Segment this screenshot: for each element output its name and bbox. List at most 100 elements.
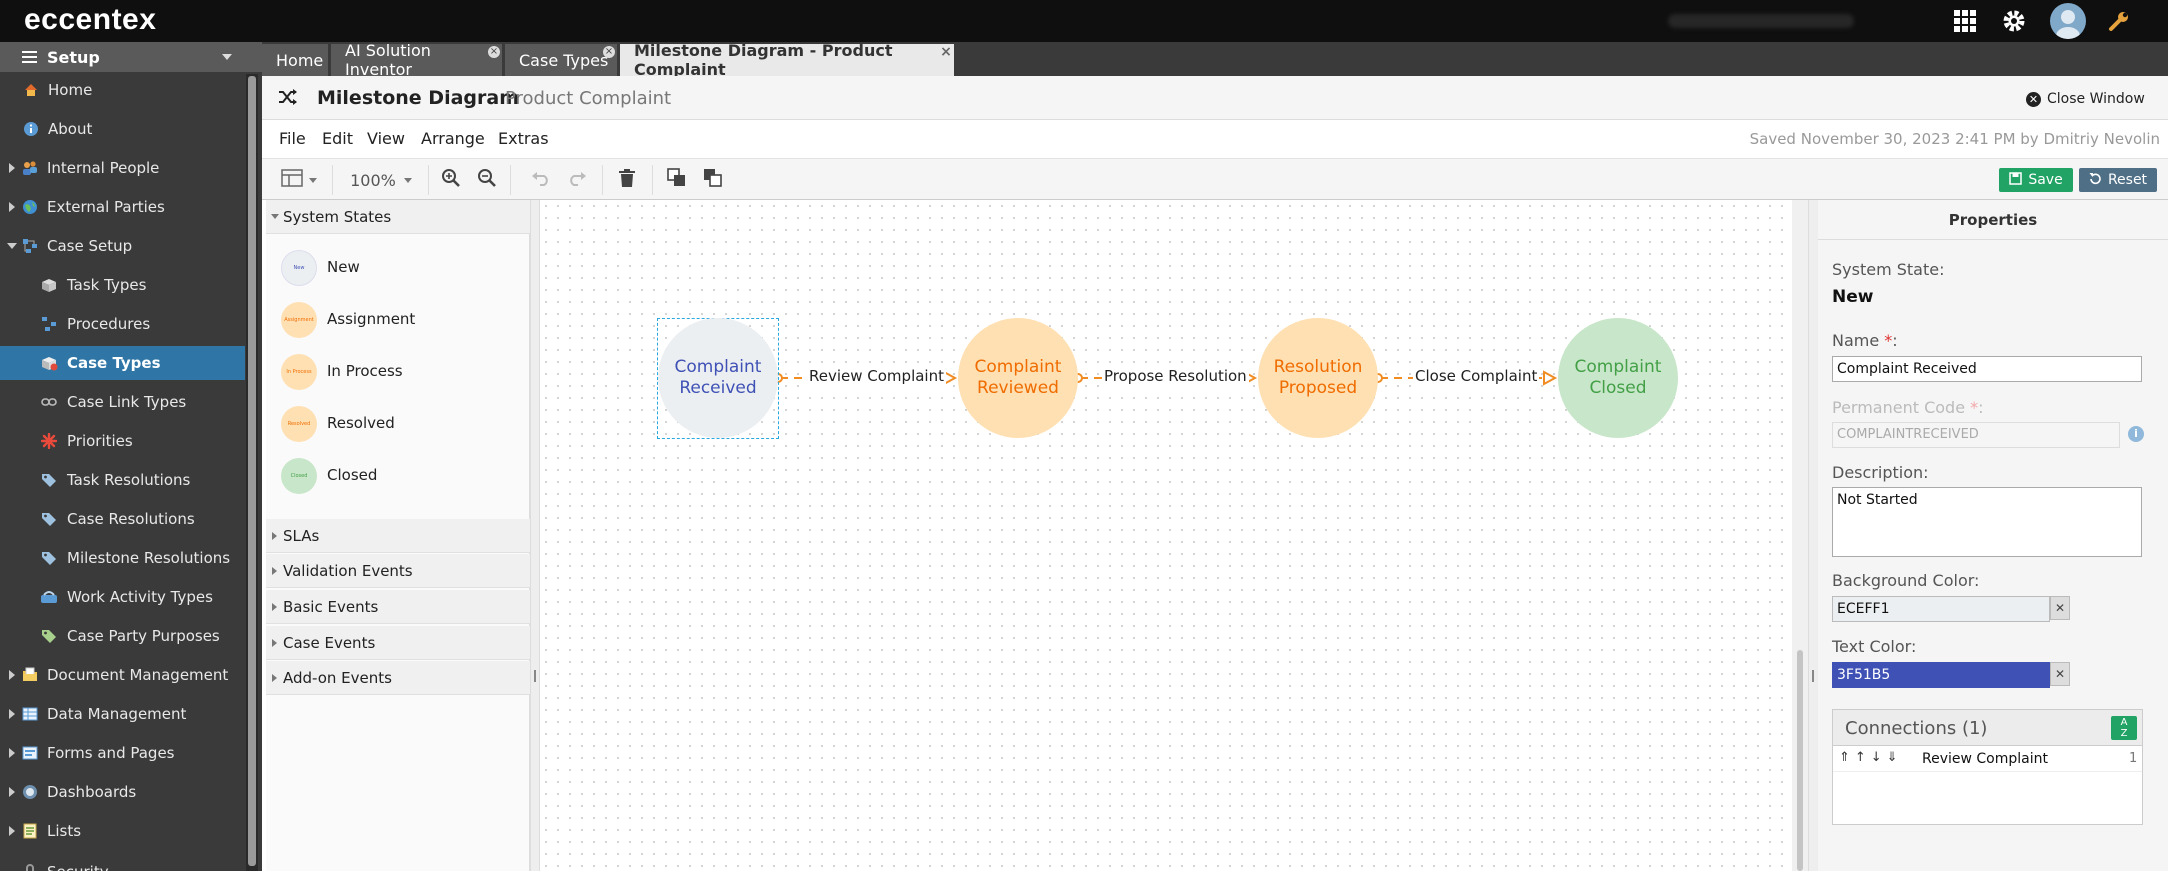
to-back-button[interactable] <box>702 168 724 192</box>
palette-state-closed[interactable]: Closed Closed <box>266 450 530 502</box>
palette-state-assignment[interactable]: Assignment Assignment <box>266 294 530 346</box>
case-events-section-header[interactable]: Case Events <box>266 626 530 660</box>
reset-button[interactable]: Reset <box>2079 168 2157 192</box>
tab-ai-solution-inventor[interactable]: AI Solution Inventor × <box>331 41 502 79</box>
sidebar-item-document-management[interactable]: Document Management <box>0 658 245 692</box>
sidebar-item-data-management[interactable]: Data Management <box>0 697 245 731</box>
wrench-icon[interactable] <box>2104 6 2134 36</box>
milestone-node-resolution-proposed[interactable]: Resolution Proposed <box>1258 318 1378 438</box>
state-label: In Process <box>327 362 403 380</box>
expand-arrow-icon[interactable] <box>9 670 15 680</box>
name-field[interactable]: Complaint Received <box>1832 356 2142 382</box>
sidebar-item-procedures[interactable]: Procedures <box>0 307 245 341</box>
sort-az-icon[interactable]: AZ <box>2111 716 2137 740</box>
app-logo[interactable]: eccentex <box>24 3 156 37</box>
expand-arrow-icon[interactable] <box>9 787 15 797</box>
add-on-events-section-header[interactable]: Add-on Events <box>266 661 530 695</box>
sidebar-item-case-resolutions[interactable]: Case Resolutions <box>0 502 245 536</box>
sidebar-item-case-link-types[interactable]: Case Link Types <box>0 385 245 419</box>
node-label-line: Complaint <box>674 357 762 377</box>
tab-milestone-diagram[interactable]: Milestone Diagram - Product Complaint × <box>620 41 954 79</box>
user-avatar[interactable] <box>2050 3 2086 39</box>
sidebar-item-forms-and-pages[interactable]: Forms and Pages <box>0 736 245 770</box>
sidebar-item-lists[interactable]: Lists <box>0 814 245 848</box>
expand-arrow-icon[interactable] <box>9 163 15 173</box>
description-field[interactable]: Not Started <box>1832 487 2142 557</box>
sidebar-item-case-types[interactable]: Case Types <box>0 346 245 380</box>
expand-arrow-icon[interactable] <box>9 748 15 758</box>
milestone-node-complaint-reviewed[interactable]: Complaint Reviewed <box>958 318 1078 438</box>
edge-label-review-complaint[interactable]: Review Complaint <box>807 367 946 387</box>
clear-text-color-icon[interactable]: ✕ <box>2050 662 2070 686</box>
sidebar-item-task-types[interactable]: Task Types <box>0 268 245 302</box>
close-tab-icon[interactable]: × <box>603 46 615 58</box>
save-button[interactable]: Save <box>1999 168 2073 192</box>
undo-button[interactable] <box>530 168 552 192</box>
close-tab-icon[interactable]: × <box>940 45 952 59</box>
system-states-section-header[interactable]: System States <box>266 200 530 234</box>
expand-arrow-icon[interactable] <box>9 202 15 212</box>
menu-edit[interactable]: Edit <box>322 129 353 148</box>
tab-home[interactable]: Home <box>262 44 328 76</box>
apps-grid-icon[interactable] <box>1950 6 1980 36</box>
info-icon[interactable]: i <box>2128 426 2144 442</box>
tab-case-types[interactable]: Case Types × <box>505 44 617 76</box>
format-panel-toggle[interactable] <box>278 168 320 192</box>
sidebar-item-dashboards[interactable]: Dashboards <box>0 775 245 809</box>
collapse-arrow-icon[interactable] <box>7 243 17 249</box>
menu-arrange[interactable]: Arrange <box>421 129 485 148</box>
palette-state-in-process[interactable]: In Process In Process <box>266 346 530 398</box>
sidebar-item-about[interactable]: About <box>0 112 245 146</box>
text-color-label: Text Color: <box>1832 637 1917 656</box>
edge-label-close-complaint[interactable]: Close Complaint <box>1413 367 1540 387</box>
sidebar-item-milestone-resolutions[interactable]: Milestone Resolutions <box>0 541 245 575</box>
text-color-field[interactable]: 3F51B5 <box>1832 662 2050 688</box>
menu-view[interactable]: View <box>367 129 405 148</box>
milestone-node-complaint-closed[interactable]: Complaint Closed <box>1558 318 1678 438</box>
palette-state-resolved[interactable]: Resolved Resolved <box>266 398 530 450</box>
palette-state-new[interactable]: New New <box>266 242 530 294</box>
sidebar-item-internal-people[interactable]: Internal People <box>0 151 245 185</box>
setup-menu-header[interactable]: Setup <box>0 42 262 72</box>
validation-events-section-header[interactable]: Validation Events <box>266 554 530 588</box>
milestone-node-complaint-received[interactable]: Complaint Received <box>658 318 778 438</box>
background-color-field[interactable]: ECEFF1 <box>1832 596 2050 622</box>
menu-file[interactable]: File <box>279 129 306 148</box>
connection-row[interactable]: ⇑↑↓⇓ Review Complaint 1 <box>1833 748 2142 772</box>
sidebar-item-priorities[interactable]: Priorities <box>0 424 245 458</box>
sidebar-item-external-parties[interactable]: External Parties <box>0 190 245 224</box>
expand-arrow-icon[interactable] <box>9 709 15 719</box>
sidebar-item-security[interactable]: Security <box>0 853 245 871</box>
tag-icon <box>40 510 58 528</box>
basic-events-section-header[interactable]: Basic Events <box>266 590 530 624</box>
sidebar-item-work-activity-types[interactable]: Work Activity Types <box>0 580 245 614</box>
to-front-button[interactable] <box>666 168 688 192</box>
redo-button[interactable] <box>566 168 588 192</box>
zoom-select[interactable]: 100% <box>346 168 416 192</box>
settings-gear-icon[interactable] <box>1999 6 2029 36</box>
sidebar-item-task-resolutions[interactable]: Task Resolutions <box>0 463 245 497</box>
close-tab-icon[interactable]: × <box>488 46 500 58</box>
slas-section-header[interactable]: SLAs <box>266 519 530 553</box>
menu-extras[interactable]: Extras <box>498 129 549 148</box>
close-window-button[interactable]: ✕ Close Window <box>2026 89 2145 109</box>
diagram-canvas[interactable]: Complaint Received Complaint Reviewed Reso… <box>540 200 1792 871</box>
delete-button[interactable] <box>616 168 638 192</box>
priority-icon <box>40 432 58 450</box>
edge-label-propose-resolution[interactable]: Propose Resolution <box>1102 367 1249 387</box>
zoom-level: 100% <box>350 170 396 190</box>
sidebar-item-home[interactable]: Home <box>0 73 245 107</box>
canvas-scroll-thumb[interactable] <box>1797 650 1803 871</box>
sidebar-scroll-thumb[interactable] <box>248 76 256 866</box>
right-panel-splitter[interactable] <box>1808 200 1818 871</box>
sidebar-item-case-party-purposes[interactable]: Case Party Purposes <box>0 619 245 653</box>
reorder-arrows-icon[interactable]: ⇑↑↓⇓ <box>1839 750 1903 765</box>
zoom-in-button[interactable] <box>440 168 462 192</box>
clear-background-color-icon[interactable]: ✕ <box>2050 596 2070 620</box>
left-panel-splitter[interactable] <box>530 200 540 871</box>
link-icon <box>40 393 58 411</box>
toolbar-separator <box>652 165 653 195</box>
sidebar-item-case-setup[interactable]: Case Setup <box>0 229 245 263</box>
expand-arrow-icon[interactable] <box>9 826 15 836</box>
zoom-out-button[interactable] <box>476 168 498 192</box>
